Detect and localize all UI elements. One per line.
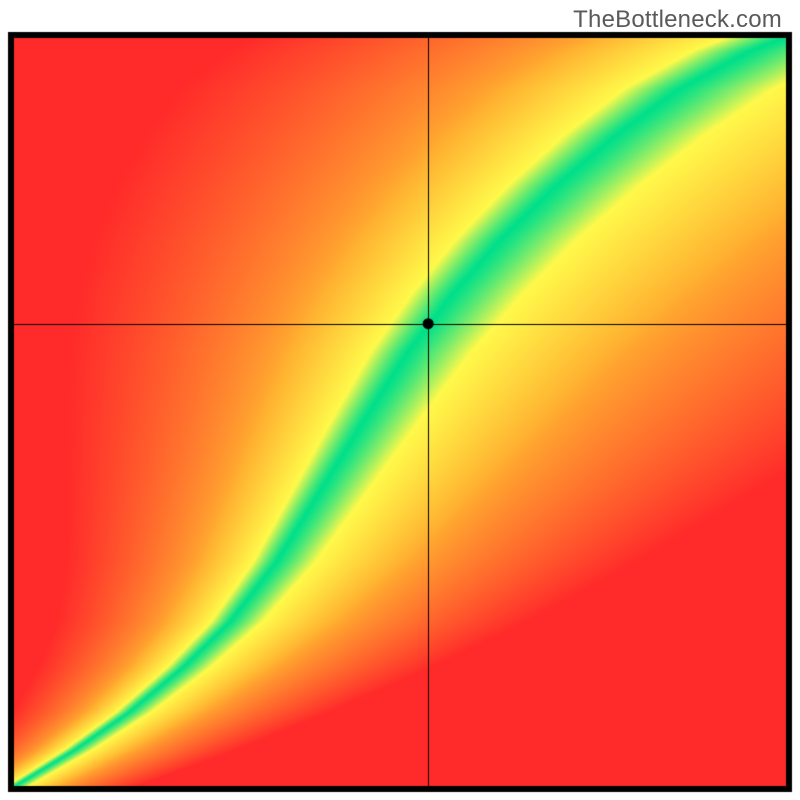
bottleneck-heatmap <box>0 0 800 800</box>
watermark-text: TheBottleneck.com <box>573 6 782 34</box>
